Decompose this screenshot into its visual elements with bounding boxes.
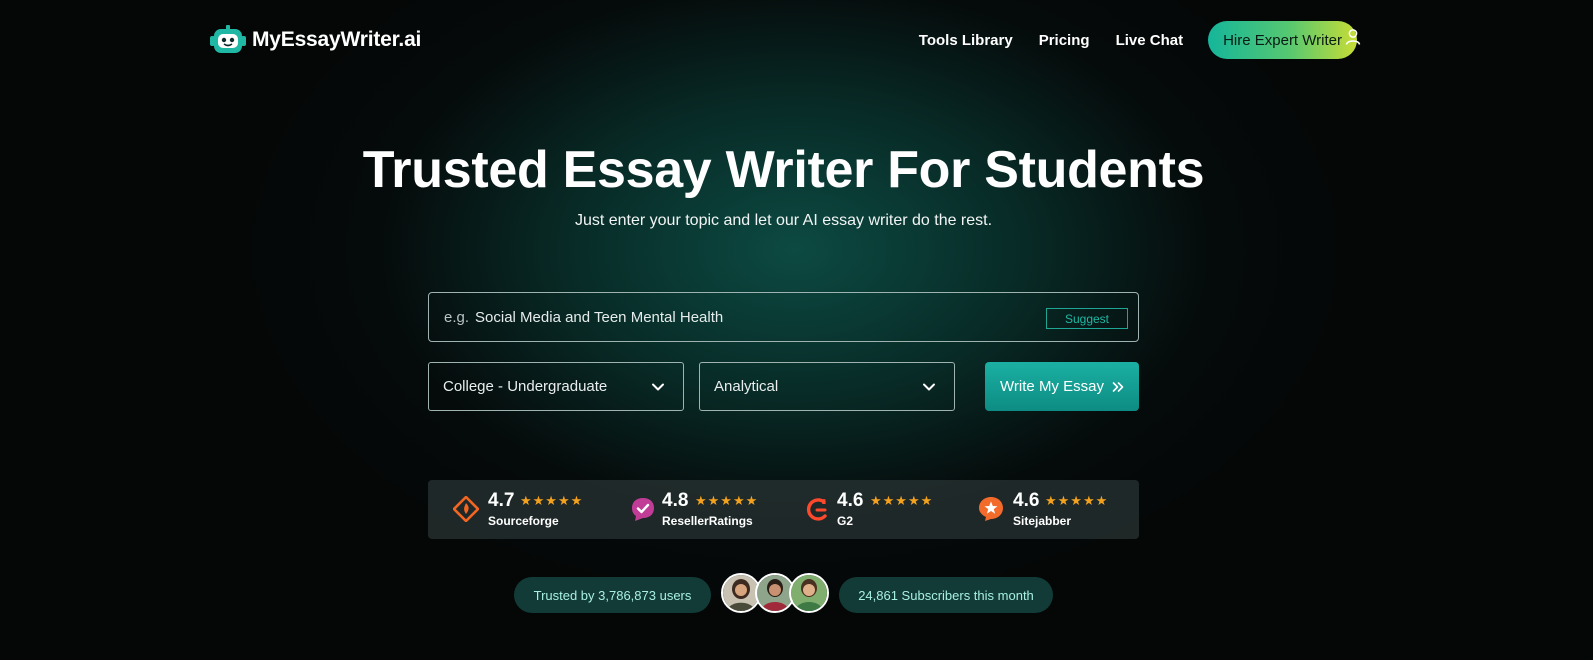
nav-pricing[interactable]: Pricing (1039, 32, 1090, 49)
write-my-essay-label: Write My Essay (1000, 378, 1104, 395)
svg-text:2: 2 (822, 499, 826, 506)
sitejabber-icon (978, 496, 1004, 522)
avatar (789, 573, 829, 613)
user-avatars (721, 573, 829, 613)
double-chevron-right-icon (1112, 381, 1124, 392)
rating-sourceforge[interactable]: 4.7 ★★★★★ Sourceforge (428, 480, 606, 539)
academic-level-value: College - Undergraduate (443, 378, 608, 395)
star-rating-icon: ★★★★★ (520, 493, 584, 508)
user-account-icon[interactable] (1344, 28, 1362, 46)
hero-title: Trusted Essay Writer For Students (362, 141, 1205, 199)
subscribers-text: 24,861 Subscribers this month (858, 587, 1034, 603)
rating-sitejabber[interactable]: 4.6 ★★★★★ Sitejabber (962, 480, 1139, 539)
chevron-down-icon (652, 383, 664, 391)
hire-expert-writer-button[interactable]: Hire Expert Writer (1208, 21, 1357, 59)
hero-subtitle: Just enter your topic and let our AI ess… (574, 212, 993, 229)
trusted-users-badge: Trusted by 3,786,873 users (514, 577, 711, 613)
robot-logo-icon (210, 24, 246, 56)
rating-source-name: Sitejabber (1013, 514, 1072, 528)
rating-score: 4.8 (662, 490, 689, 511)
ratings-bar: 4.7 ★★★★★ Sourceforge 4.8 ★★★★★ Reseller… (428, 480, 1139, 539)
sourceforge-icon (452, 495, 480, 523)
subscribers-badge: 24,861 Subscribers this month (839, 577, 1053, 613)
essay-type-value: Analytical (714, 378, 779, 395)
rating-resellerratings[interactable]: 4.8 ★★★★★ ResellerRatings (606, 480, 784, 539)
star-rating-icon: ★★★★★ (870, 493, 934, 508)
rating-source-name: ResellerRatings (662, 514, 753, 528)
brand-name: MyEssayWriter.ai (252, 28, 422, 51)
main-nav: Tools Library Pricing Live Chat Hire Exp… (919, 21, 1357, 59)
trusted-users-text: Trusted by 3,786,873 users (533, 587, 692, 603)
chevron-down-icon (923, 383, 935, 391)
nav-live-chat[interactable]: Live Chat (1116, 32, 1184, 49)
write-my-essay-button[interactable]: Write My Essay (985, 362, 1139, 411)
topic-input[interactable]: e.g. Social Media and Teen Mental Health… (428, 292, 1139, 342)
rating-score: 4.7 (488, 490, 515, 511)
nav-tools-library[interactable]: Tools Library (919, 32, 1013, 49)
star-rating-icon: ★★★★★ (1045, 493, 1109, 508)
rating-score: 4.6 (837, 490, 864, 511)
topic-placeholder: Social Media and Teen Mental Health (475, 308, 724, 326)
resellerratings-icon (630, 496, 656, 522)
rating-score: 4.6 (1013, 490, 1040, 511)
essay-type-select[interactable]: Analytical (699, 362, 955, 411)
g2-icon: 2 (805, 496, 831, 522)
brand-logo[interactable]: MyEssayWriter.ai (210, 24, 421, 56)
rating-g2[interactable]: 2 4.6 ★★★★★ G2 (784, 480, 962, 539)
suggest-button[interactable]: Suggest (1046, 308, 1128, 329)
topic-placeholder-prefix: e.g. (444, 308, 470, 326)
rating-source-name: Sourceforge (488, 514, 559, 528)
star-rating-icon: ★★★★★ (695, 493, 759, 508)
rating-source-name: G2 (837, 514, 854, 528)
academic-level-select[interactable]: College - Undergraduate (428, 362, 684, 411)
